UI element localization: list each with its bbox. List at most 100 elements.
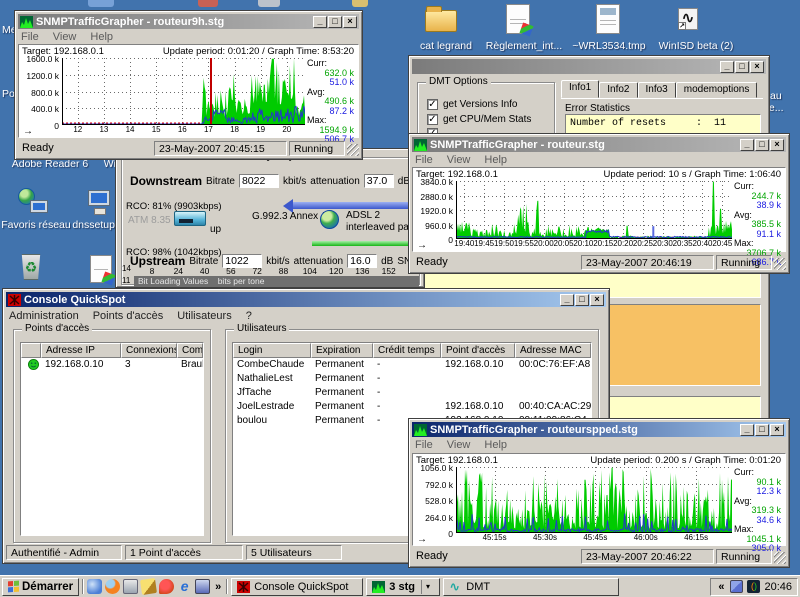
- desktop-icon-document[interactable]: [90, 255, 112, 283]
- table-row[interactable]: NathalieLestPermanent-: [233, 372, 591, 386]
- taskbar-button-dmt[interactable]: ∿ DMT: [443, 578, 619, 596]
- axis-tick-label: 152: [382, 266, 396, 276]
- column-header[interactable]: Connexions: [121, 343, 177, 358]
- menu-file[interactable]: File: [21, 31, 39, 43]
- group-dropdown-arrow[interactable]: ▾: [421, 580, 430, 594]
- quicklaunch-firefox-icon[interactable]: [105, 579, 120, 594]
- start-label: Démarrer: [22, 581, 73, 593]
- maximize-button[interactable]: □: [755, 424, 769, 436]
- minimize-button[interactable]: _: [720, 61, 734, 73]
- desktop-icon-label[interactable]: ~WRL3534.tmp: [568, 40, 650, 52]
- tray-overflow-chevron[interactable]: «: [716, 581, 726, 593]
- close-button[interactable]: ×: [590, 294, 604, 306]
- table-row[interactable]: JfTachePermanent-: [233, 386, 591, 400]
- desktop-icon-label[interactable]: Règlement_int...: [478, 40, 570, 52]
- quicklaunch-overflow-chevron[interactable]: »: [213, 581, 223, 593]
- table-row[interactable]: 192.168.0.10 3 Braulen Haut ...: [21, 358, 203, 372]
- quicklaunch-document-icon[interactable]: [195, 579, 210, 594]
- menu-file[interactable]: File: [415, 154, 433, 166]
- resize-grip[interactable]: [347, 144, 359, 156]
- menu-administration[interactable]: Administration: [9, 310, 79, 322]
- close-button[interactable]: ×: [770, 424, 784, 436]
- group-title: DMT Options: [426, 76, 491, 87]
- desktop-icon-reglement[interactable]: [506, 4, 530, 34]
- tray-app-icon[interactable]: (): [747, 580, 760, 593]
- minimize-button[interactable]: _: [740, 139, 754, 151]
- scroll-arrow[interactable]: →: [417, 240, 427, 251]
- resize-grip[interactable]: [774, 552, 786, 564]
- quicklaunch-red-app-icon[interactable]: [159, 579, 174, 594]
- desktop-icon-wrl[interactable]: [596, 4, 620, 34]
- quicklaunch-paint-icon[interactable]: [140, 578, 157, 595]
- desktop-icon-dnssetup[interactable]: [86, 188, 116, 218]
- column-header[interactable]: Commentaire: [177, 343, 203, 358]
- minimize-button[interactable]: _: [560, 294, 574, 306]
- maximize-button[interactable]: □: [328, 16, 342, 28]
- window-titlebar[interactable]: SNMPTrafficGrapher - routeurspped.stg _ …: [412, 422, 786, 437]
- axis-tick-label: 120: [329, 266, 343, 276]
- column-header[interactable]: [21, 343, 41, 358]
- column-header[interactable]: Point d'accès: [441, 343, 515, 358]
- desktop-icon-favoris-reseau[interactable]: [18, 188, 54, 218]
- menu-help[interactable]: Help: [484, 154, 507, 166]
- desktop-icon-label[interactable]: cat legrand: [408, 40, 484, 52]
- tab-info1[interactable]: Info1: [561, 80, 599, 98]
- table-row[interactable]: JoelLestradePermanent-192.168.0.1000:40:…: [233, 400, 591, 414]
- menu-help[interactable]: ?: [246, 310, 252, 322]
- column-header[interactable]: Expiration: [311, 343, 373, 358]
- menu-points-acces[interactable]: Points d'accès: [93, 310, 164, 322]
- downstream-bitrate-field[interactable]: 8022: [239, 174, 279, 188]
- taskbar-button-stg-group[interactable]: 3 stg ▾: [366, 578, 440, 596]
- checkbox-icon[interactable]: ✓: [427, 114, 438, 125]
- maximize-button[interactable]: □: [575, 294, 589, 306]
- tab-info3[interactable]: Info3: [638, 82, 676, 98]
- desktop-icon-label[interactable]: WinISD beta (2): [648, 40, 744, 52]
- window-titlebar[interactable]: Console QuickSpot _ □ ×: [6, 292, 606, 307]
- menu-utilisateurs[interactable]: Utilisateurs: [177, 310, 231, 322]
- table-row[interactable]: CombeChaudePermanent-192.168.0.1000:0C:7…: [233, 358, 591, 372]
- menu-view[interactable]: View: [447, 439, 471, 451]
- column-header[interactable]: Adresse IP: [41, 343, 121, 358]
- tab-info2[interactable]: Info2: [599, 82, 637, 98]
- column-header[interactable]: Crédit temps: [373, 343, 441, 358]
- column-header[interactable]: Login: [233, 343, 311, 358]
- resize-grip[interactable]: [774, 258, 786, 270]
- close-button[interactable]: ×: [750, 61, 764, 73]
- close-button[interactable]: ×: [770, 139, 784, 151]
- window-titlebar[interactable]: _ □ ×: [412, 59, 766, 74]
- axis-tick-label: 40: [200, 266, 209, 276]
- maximize-button[interactable]: □: [735, 61, 749, 73]
- desktop-icon-cat-legrand[interactable]: [425, 10, 457, 32]
- checkbox-icon[interactable]: ✓: [427, 99, 438, 110]
- window-titlebar[interactable]: SNMPTrafficGrapher - routeur9h.stg _ □ ×: [18, 14, 359, 29]
- checkbox-get-cpumem[interactable]: ✓ get CPU/Mem Stats: [427, 114, 531, 125]
- quicklaunch-ie-icon[interactable]: e: [177, 579, 192, 594]
- column-header[interactable]: Adresse MAC: [515, 343, 591, 358]
- quicklaunch-mail-icon[interactable]: [87, 579, 102, 594]
- desktop-icon-recycle-bin[interactable]: ♻: [20, 254, 42, 280]
- scroll-arrow[interactable]: →: [23, 126, 33, 137]
- menu-view[interactable]: View: [447, 154, 471, 166]
- scroll-arrow[interactable]: →: [417, 534, 427, 545]
- y-tick-label: 528.0 k: [425, 496, 453, 506]
- menu-view[interactable]: View: [53, 31, 77, 43]
- maximize-button[interactable]: □: [755, 139, 769, 151]
- downstream-attenuation-field[interactable]: 37.0: [364, 174, 394, 188]
- minimize-button[interactable]: _: [313, 16, 327, 28]
- taskbar-button-console[interactable]: Console QuickSpot: [231, 578, 363, 596]
- menu-bar: Administration Points d'accès Utilisateu…: [3, 307, 609, 324]
- minimize-button[interactable]: _: [740, 424, 754, 436]
- menu-file[interactable]: File: [415, 439, 433, 451]
- window-titlebar[interactable]: SNMPTrafficGrapher - routeur.stg _ □ ×: [412, 137, 786, 152]
- downstream-arrow: [292, 202, 415, 209]
- tab-modemoptions[interactable]: modemoptions: [676, 82, 758, 98]
- legend-value-out: 38.9 k: [756, 201, 781, 211]
- menu-help[interactable]: Help: [90, 31, 113, 43]
- desktop-icon-winisd[interactable]: ∿ ↗: [678, 8, 698, 30]
- tray-network-icon[interactable]: [730, 580, 743, 593]
- menu-help[interactable]: Help: [484, 439, 507, 451]
- start-button[interactable]: Démarrer: [2, 578, 79, 596]
- close-button[interactable]: ×: [343, 16, 357, 28]
- checkbox-get-versions[interactable]: ✓ get Versions Info: [427, 99, 518, 110]
- quicklaunch-computer-icon[interactable]: [123, 579, 138, 594]
